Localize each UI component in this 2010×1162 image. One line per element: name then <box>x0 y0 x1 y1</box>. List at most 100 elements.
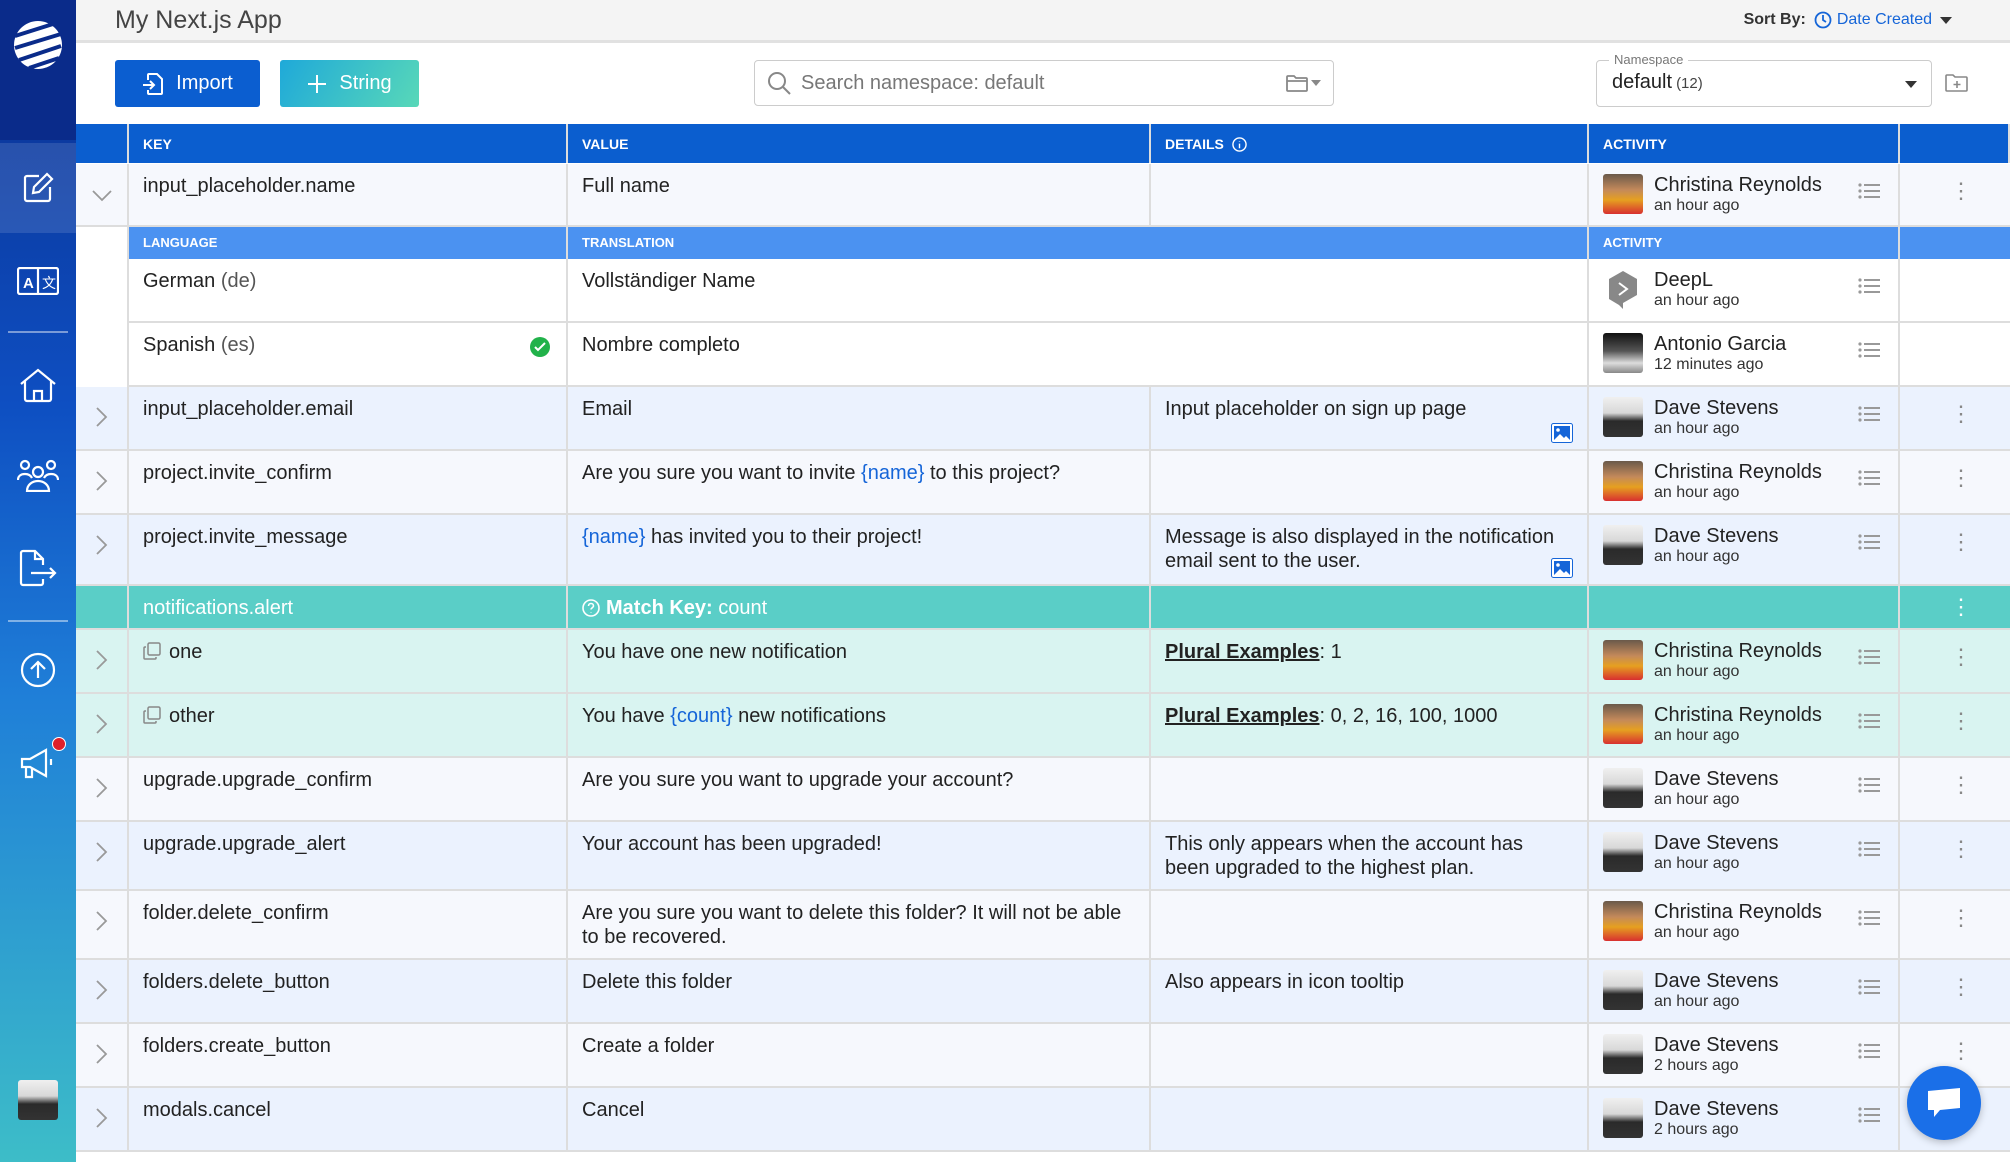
kebab-menu-icon[interactable]: ⋮ <box>1950 531 1972 553</box>
value-cell[interactable]: You have one new notification <box>568 630 1151 692</box>
table-row[interactable]: project.invite_message {name} has invited… <box>76 515 2010 586</box>
key-cell[interactable]: input_placeholder.email <box>129 387 568 449</box>
value-cell[interactable]: Email <box>568 387 1151 449</box>
kebab-menu-icon[interactable]: ⋮ <box>1950 646 1972 668</box>
details-cell[interactable] <box>1151 1024 1589 1086</box>
value-cell[interactable]: Full name <box>568 164 1151 225</box>
caret-down-icon[interactable] <box>1940 16 1952 24</box>
chat-button[interactable] <box>1907 1066 1981 1140</box>
table-row[interactable]: folder.delete_confirm Are you sure you wa… <box>76 891 2010 960</box>
chevron-right-icon[interactable] <box>96 714 108 734</box>
expand-cell[interactable] <box>76 960 129 1022</box>
table-row[interactable]: upgrade.upgrade_alert Your account has be… <box>76 822 2010 891</box>
details-cell[interactable] <box>1151 891 1589 958</box>
key-cell[interactable]: one <box>129 630 568 692</box>
expand-cell[interactable] <box>76 1024 129 1086</box>
chevron-right-icon[interactable] <box>96 1108 108 1128</box>
history-list-icon[interactable] <box>1858 712 1880 730</box>
expand-cell[interactable] <box>76 515 129 584</box>
key-cell[interactable]: upgrade.upgrade_confirm <box>129 758 568 820</box>
add-namespace-button[interactable] <box>1945 73 1969 98</box>
table-row[interactable]: folders.create_button Create a folder Dave… <box>76 1024 2010 1088</box>
expand-cell[interactable] <box>76 1088 129 1150</box>
expand-cell[interactable] <box>76 164 129 225</box>
sidebar-item-editor[interactable] <box>0 143 76 233</box>
sidebar-item-home[interactable] <box>0 340 76 430</box>
chevron-right-icon[interactable] <box>96 980 108 1000</box>
key-cell[interactable]: project.invite_confirm <box>129 451 568 513</box>
details-cell[interactable]: Input placeholder on sign up page <box>1151 387 1589 449</box>
search-input[interactable] <box>801 71 1276 95</box>
translation-row[interactable]: Spanish (es) Nombre completo Antonio Gar… <box>129 323 2010 387</box>
history-list-icon[interactable] <box>1858 648 1880 666</box>
history-list-icon[interactable] <box>1858 182 1880 200</box>
history-list-icon[interactable] <box>1858 533 1880 551</box>
help-circle-icon[interactable] <box>582 599 600 617</box>
expand-cell[interactable] <box>76 891 129 958</box>
chevron-right-icon[interactable] <box>96 650 108 670</box>
value-cell[interactable]: Are you sure you want to invite {name} t… <box>568 451 1151 513</box>
table-row[interactable]: folders.delete_button Delete this folder A… <box>76 960 2010 1024</box>
kebab-menu-icon[interactable]: ⋮ <box>1950 838 1972 860</box>
kebab-menu-icon[interactable]: ⋮ <box>1950 976 1972 998</box>
key-cell[interactable]: input_placeholder.name <box>129 164 568 225</box>
kebab-menu-icon[interactable]: ⋮ <box>1950 180 1972 202</box>
expand-cell[interactable] <box>76 758 129 820</box>
details-cell[interactable] <box>1151 164 1589 225</box>
key-cell[interactable]: folder.delete_confirm <box>129 891 568 958</box>
namespace-select[interactable]: Namespace default (12) <box>1596 52 1932 107</box>
expand-cell[interactable] <box>76 451 129 513</box>
header-value[interactable]: VALUE <box>568 124 1151 163</box>
sort-by-dropdown[interactable]: Date Created <box>1814 11 1932 29</box>
kebab-menu-icon[interactable]: ⋮ <box>1950 403 1972 425</box>
expand-cell[interactable] <box>76 822 129 889</box>
key-cell[interactable]: folders.create_button <box>129 1024 568 1086</box>
user-avatar[interactable] <box>18 1080 58 1120</box>
history-list-icon[interactable] <box>1858 1106 1880 1124</box>
value-cell[interactable]: Create a folder <box>568 1024 1151 1086</box>
plural-examples-link[interactable]: Plural Examples <box>1165 641 1320 663</box>
value-cell[interactable]: You have {count} new notifications <box>568 694 1151 756</box>
sidebar-item-announcements[interactable] <box>0 719 76 809</box>
key-cell[interactable]: modals.cancel <box>129 1088 568 1150</box>
details-cell[interactable]: Message is also displayed in the notific… <box>1151 515 1589 584</box>
kebab-menu-icon[interactable]: ⋮ <box>1950 596 1972 618</box>
history-list-icon[interactable] <box>1858 277 1880 295</box>
kebab-menu-icon[interactable]: ⋮ <box>1950 467 1972 489</box>
history-list-icon[interactable] <box>1858 469 1880 487</box>
expand-cell[interactable] <box>76 694 129 756</box>
value-cell[interactable]: Your account has been upgraded! <box>568 822 1151 889</box>
chevron-down-icon[interactable] <box>92 190 112 202</box>
details-cell[interactable]: Plural Examples: 1 <box>1151 630 1589 692</box>
table-row[interactable]: other You have {count} new notifications P… <box>76 694 2010 758</box>
details-cell[interactable]: This only appears when the account has b… <box>1151 822 1589 889</box>
chevron-right-icon[interactable] <box>96 1044 108 1064</box>
details-cell[interactable] <box>1151 1088 1589 1150</box>
table-row[interactable]: one You have one new notification Plural E… <box>76 630 2010 694</box>
key-cell[interactable]: upgrade.upgrade_alert <box>129 822 568 889</box>
chevron-right-icon[interactable] <box>96 778 108 798</box>
translation-cell[interactable]: Vollständiger Name <box>568 259 1589 321</box>
header-details[interactable]: DETAILS <box>1151 124 1589 163</box>
history-list-icon[interactable] <box>1858 909 1880 927</box>
kebab-menu-icon[interactable]: ⋮ <box>1950 1040 1972 1062</box>
chevron-right-icon[interactable] <box>96 842 108 862</box>
copy-icon[interactable] <box>143 642 161 660</box>
key-cell[interactable]: project.invite_message <box>129 515 568 584</box>
kebab-menu-icon[interactable]: ⋮ <box>1950 907 1972 929</box>
header-key[interactable]: KEY <box>129 124 568 163</box>
history-list-icon[interactable] <box>1858 1042 1880 1060</box>
sidebar-item-translate[interactable]: A文 <box>0 236 76 326</box>
details-cell[interactable]: Also appears in icon tooltip <box>1151 960 1589 1022</box>
chevron-right-icon[interactable] <box>96 535 108 555</box>
add-string-button[interactable]: String <box>280 60 419 107</box>
table-row[interactable]: input_placeholder.name Full name Christi… <box>76 164 2010 227</box>
screenshot-image-icon[interactable] <box>1551 423 1573 443</box>
history-list-icon[interactable] <box>1858 840 1880 858</box>
chevron-right-icon[interactable] <box>96 407 108 427</box>
value-cell[interactable]: Are you sure you want to upgrade your ac… <box>568 758 1151 820</box>
translation-cell[interactable]: Nombre completo <box>568 323 1589 385</box>
copy-icon[interactable] <box>143 706 161 724</box>
history-list-icon[interactable] <box>1858 341 1880 359</box>
info-icon[interactable] <box>1231 137 1247 152</box>
